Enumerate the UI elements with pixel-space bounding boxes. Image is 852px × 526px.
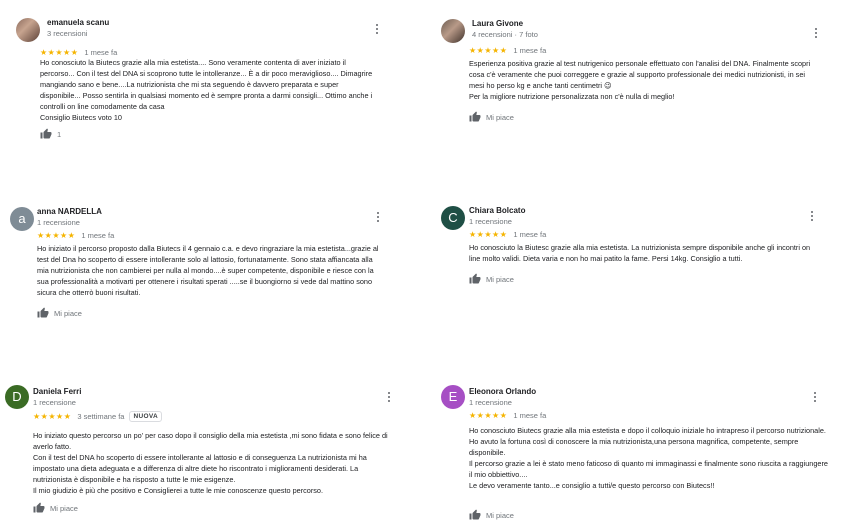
reviewer-meta: 4 recensioni · 7 foto: [472, 30, 538, 39]
more-options-icon[interactable]: [386, 391, 392, 403]
thumb-up-icon: [469, 273, 481, 284]
review-card: C Chiara Bolcato 1 recensione ★★★★★ 1 me…: [441, 206, 821, 291]
reviewer-name[interactable]: emanuela scanu: [47, 18, 109, 27]
avatar[interactable]: D: [5, 385, 29, 409]
review-paragraph: Con il test del DNA ho scoperto di esser…: [33, 453, 367, 484]
review-paragraph: Ho conosciuto la Biutesc grazie alla mia…: [469, 243, 811, 263]
like-label: Mi piace: [486, 112, 514, 122]
star-rating: ★★★★★: [37, 231, 76, 240]
review-paragraph: Consiglio Biutecs voto 10: [40, 113, 122, 122]
like-button[interactable]: Mi piace: [469, 273, 514, 285]
avatar[interactable]: E: [441, 385, 465, 409]
review-date: 3 settimane fa: [77, 412, 125, 421]
more-options-icon[interactable]: [375, 211, 381, 223]
like-button[interactable]: Mi piace: [469, 111, 514, 123]
reviewer-meta: 1 recensione: [33, 398, 76, 407]
like-label: Mi piace: [54, 308, 82, 318]
review-text: Ho iniziato questo percorso un po' per c…: [33, 430, 398, 496]
like-button[interactable]: Mi piace: [33, 502, 78, 514]
star-rating: ★★★★★: [469, 411, 508, 420]
star-rating: ★★★★★: [469, 230, 508, 239]
review-text: Ho conosciuto la Biutesc grazie alla mia…: [469, 242, 821, 264]
new-badge: NUOVA: [129, 411, 162, 422]
reviewer-name[interactable]: Daniela Ferri: [33, 387, 81, 396]
more-options-icon[interactable]: [809, 210, 815, 222]
rating-row: ★★★★★ 1 mese fa: [469, 45, 546, 56]
reviewer-meta: 3 recensioni: [47, 29, 88, 38]
like-button[interactable]: Mi piace: [469, 509, 514, 521]
review-paragraph: Esperienza positiva grazie al test nutri…: [469, 59, 811, 90]
like-button[interactable]: Mi piace: [37, 307, 82, 319]
review-date: 1 mese fa: [513, 230, 547, 239]
review-paragraph: Ho avuto la fortuna così di conoscere la…: [469, 437, 799, 457]
review-text: Ho conosciuto la Biutecs grazie alla mia…: [40, 57, 375, 123]
review-date: 1 mese fa: [84, 48, 118, 57]
review-date: 1 mese fa: [81, 231, 115, 240]
star-rating: ★★★★★: [33, 412, 72, 421]
review-card: emanuela scanu 3 recensioni ★★★★★ 1 mese…: [16, 18, 378, 143]
avatar[interactable]: [16, 18, 40, 42]
review-paragraph: Ho conosciuto Biutecs grazie alla mia es…: [469, 426, 826, 435]
review-text: Esperienza positiva grazie al test nutri…: [469, 58, 814, 102]
reviewer-name[interactable]: Chiara Bolcato: [469, 206, 525, 215]
rating-row: ★★★★★ 1 mese fa: [469, 229, 546, 240]
like-button[interactable]: 1: [40, 128, 61, 140]
reviewer-name[interactable]: anna NARDELLA: [37, 207, 102, 216]
thumb-up-icon: [37, 307, 49, 318]
star-rating: ★★★★★: [469, 46, 508, 55]
thumb-up-icon: [33, 502, 45, 513]
reviewer-meta: 1 recensione: [469, 398, 512, 407]
avatar[interactable]: C: [441, 206, 465, 230]
more-options-icon[interactable]: [374, 23, 380, 35]
rating-row: ★★★★★ 1 mese fa: [37, 230, 114, 241]
review-paragraph: Per la migliore nutrizione personalizzat…: [469, 92, 675, 101]
review-date: 1 mese fa: [513, 46, 547, 55]
reviewer-name[interactable]: Laura Givone: [472, 19, 523, 28]
like-label: Mi piace: [486, 274, 514, 284]
review-date: 1 mese fa: [513, 411, 547, 420]
review-card: E Eleonora Orlando 1 recensione ★★★★★ 1 …: [441, 385, 836, 523]
thumb-up-icon: [469, 509, 481, 520]
thumb-up-icon: [40, 128, 52, 139]
avatar[interactable]: [441, 19, 465, 43]
review-paragraph: Ho iniziato questo percorso un po' per c…: [33, 431, 388, 451]
reviewer-name[interactable]: Eleonora Orlando: [469, 387, 536, 396]
like-label: Mi piace: [486, 510, 514, 520]
more-options-icon[interactable]: [813, 27, 819, 39]
more-options-icon[interactable]: [812, 391, 818, 403]
reviewer-meta: 1 recensione: [469, 217, 512, 226]
avatar[interactable]: a: [10, 207, 34, 231]
review-paragraph: Il mio giudizio è più che positivo e Con…: [33, 486, 324, 495]
like-label: Mi piace: [50, 503, 78, 513]
review-paragraph: Il percorso grazie a lei è stato meno fa…: [469, 459, 828, 479]
star-rating: ★★★★★: [40, 48, 79, 57]
rating-row: ★★★★★ 1 mese fa: [469, 410, 546, 421]
review-text: Ho iniziato il percorso proposto dalla B…: [37, 243, 382, 298]
review-card: D Daniela Ferri 1 recensione ★★★★★ 3 set…: [5, 385, 400, 520]
rating-row: ★★★★★ 3 settimane fa NUOVA: [33, 411, 162, 422]
review-paragraph: Ho conosciuto la Biutecs grazie alla mia…: [40, 58, 373, 111]
thumb-up-icon: [469, 111, 481, 122]
review-paragraph: Ho iniziato il percorso proposto dalla B…: [37, 244, 379, 297]
review-card: Laura Givone 4 recensioni · 7 foto ★★★★★…: [441, 19, 821, 129]
review-paragraph: Le devo veramente tanto...e consiglio a …: [469, 481, 715, 490]
reviewer-meta: 1 recensione: [37, 218, 80, 227]
like-count: 1: [57, 129, 62, 139]
review-text: Ho conosciuto Biutecs grazie alla mia es…: [469, 425, 831, 491]
review-card: a anna NARDELLA 1 recensione ★★★★★ 1 mes…: [10, 207, 385, 322]
